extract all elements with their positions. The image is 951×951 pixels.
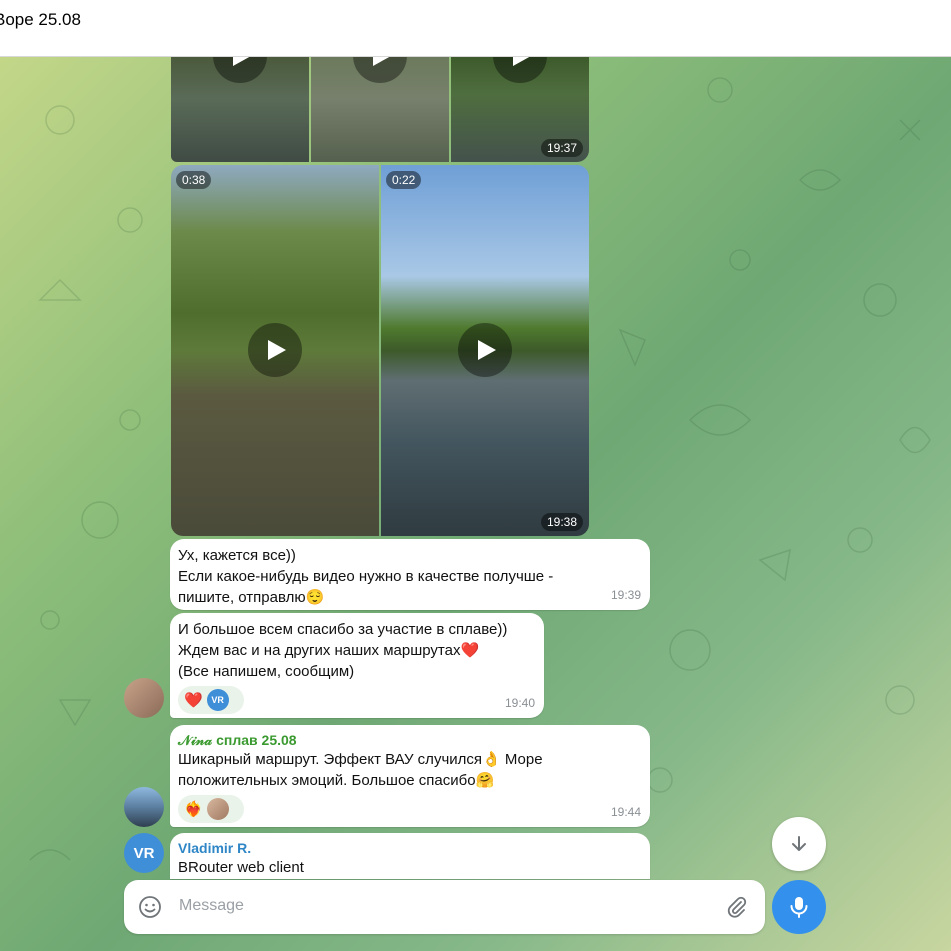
- play-icon[interactable]: [493, 57, 547, 83]
- message-bubble[interactable]: Ух, кажется все)) Если какое-нибудь виде…: [170, 539, 650, 610]
- message-text-line: Ждем вас и на других наших маршрутах❤️: [178, 642, 480, 659]
- message-input[interactable]: Message: [179, 897, 244, 915]
- sender-avatar[interactable]: [124, 787, 164, 827]
- reactor-avatar: [206, 798, 229, 820]
- message-time: 19:39: [610, 588, 641, 602]
- message-bubble[interactable]: Vladimir R. BRouter web client: [170, 833, 650, 879]
- message-text-line: И большое всем спасибо за участие в спла…: [178, 621, 508, 638]
- video-duration: 0:38: [176, 171, 212, 189]
- reaction-emoji: ❤️: [184, 691, 203, 709]
- message-bubble[interactable]: 𝒩𝒾𝓃𝒶 сплав 25.08 Шикарный маршрут. Эффек…: [170, 725, 650, 827]
- message-bubble[interactable]: И большое всем спасибо за участие в спла…: [170, 613, 544, 718]
- video-thumbnail[interactable]: 0:38: [171, 165, 379, 536]
- voice-record-button[interactable]: [772, 880, 826, 934]
- play-icon[interactable]: [213, 57, 267, 83]
- chat-title: Bope 25.08: [0, 10, 81, 29]
- message-text-line: Если какое-нибудь видео нужно в качестве…: [178, 568, 554, 585]
- reaction-emoji: ❤️‍🔥: [184, 800, 203, 818]
- message-text-line: Ух, кажется все)): [178, 547, 296, 564]
- scroll-to-bottom-button[interactable]: [772, 817, 826, 871]
- video-thumbnail[interactable]: [311, 57, 449, 162]
- media-album[interactable]: 0:38 0:22 19:38: [171, 165, 589, 536]
- sender-name[interactable]: 𝒩𝒾𝓃𝒶 сплав 25.08: [178, 731, 640, 749]
- play-icon[interactable]: [248, 323, 302, 377]
- message-time: 19:37: [540, 139, 583, 157]
- sender-avatar[interactable]: [124, 678, 164, 718]
- video-thumbnail[interactable]: 19:37: [451, 57, 589, 162]
- play-icon[interactable]: [458, 323, 512, 377]
- reaction-chip[interactable]: ❤️ VR: [178, 686, 244, 714]
- message-time: 19:40: [504, 696, 535, 710]
- play-icon[interactable]: [353, 57, 407, 83]
- reactor-avatar: VR: [206, 689, 229, 711]
- arrow-down-icon: [792, 836, 806, 851]
- sender-name[interactable]: Vladimir R.: [178, 839, 640, 857]
- video-thumbnail[interactable]: 0:22 19:38: [381, 165, 589, 536]
- video-thumbnail[interactable]: [171, 57, 309, 162]
- message-text-line: положительных эмоций. Большое спасибо🤗: [178, 772, 495, 789]
- message-composer[interactable]: Message: [124, 880, 765, 934]
- media-group-top[interactable]: 19:37: [171, 57, 589, 162]
- message-text-line: BRouter web client: [178, 859, 304, 876]
- message-time: 19:44: [610, 805, 641, 819]
- video-duration: 0:22: [386, 171, 422, 189]
- message-text-line: Шикарный маршрут. Эффект ВАУ случился👌 М…: [178, 751, 543, 768]
- emoji-icon[interactable]: [138, 895, 162, 919]
- reaction-chip[interactable]: ❤️‍🔥: [178, 795, 244, 823]
- message-time: 19:38: [540, 513, 583, 531]
- chat-header[interactable]: Bope 25.08: [0, 0, 951, 57]
- message-text-line: пишите, отправлю😌: [178, 589, 325, 606]
- sender-avatar[interactable]: VR: [124, 833, 164, 873]
- microphone-icon: [790, 897, 808, 918]
- paperclip-icon[interactable]: [725, 895, 749, 919]
- message-text-line: (Все напишем, сообщим): [178, 663, 355, 680]
